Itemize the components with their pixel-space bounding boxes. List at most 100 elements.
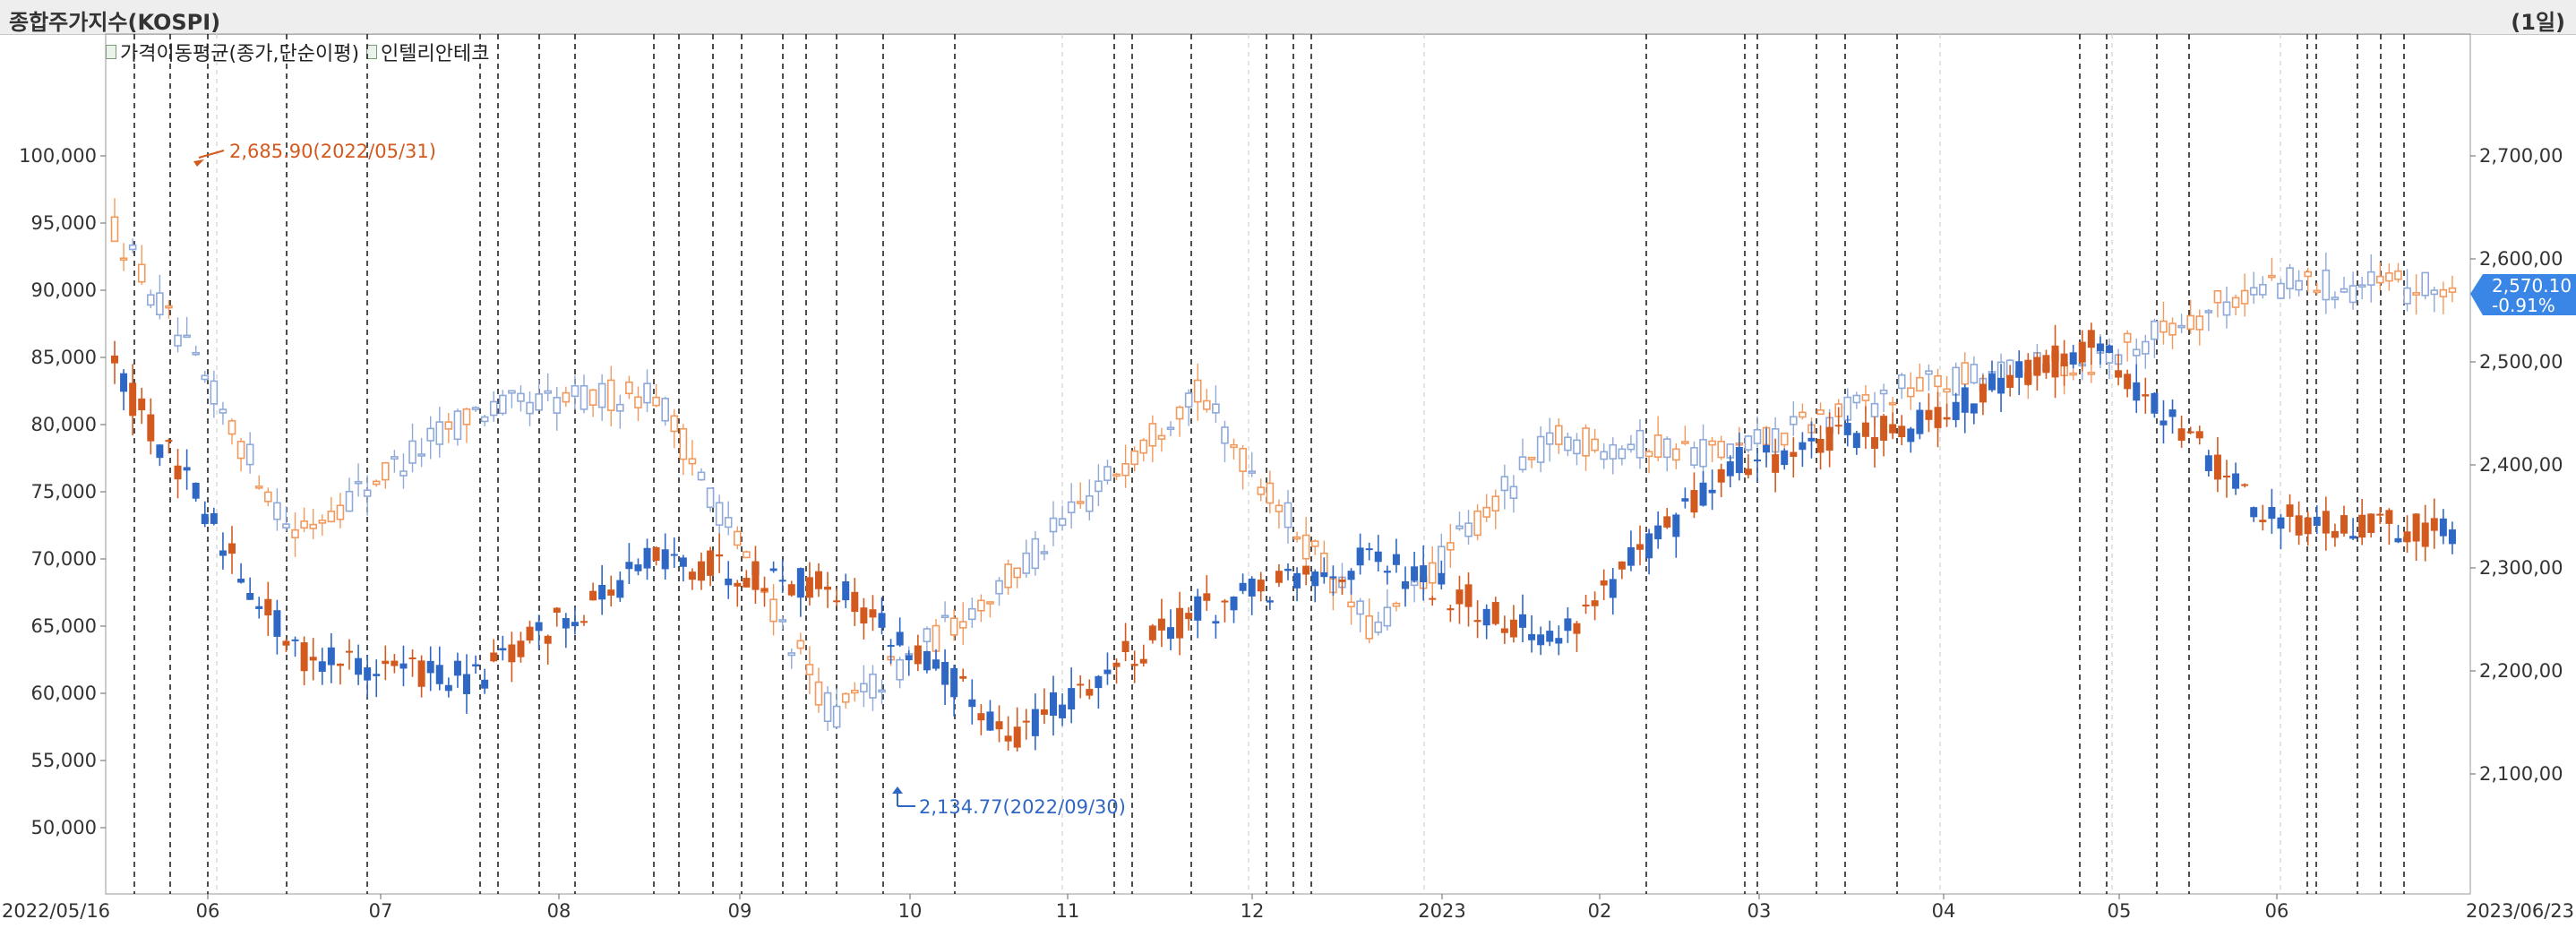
stock-candle-body <box>2286 504 2294 517</box>
kospi-candle-body <box>1257 486 1266 495</box>
kospi-candle-body <box>2385 272 2393 282</box>
stock-candle-body <box>2394 537 2402 543</box>
kospi-candle-body <box>128 244 137 251</box>
kospi-candle-body <box>1653 434 1662 458</box>
kospi-candle-body <box>661 398 669 422</box>
kospi-candle-body <box>1753 429 1762 444</box>
stock-candle-body <box>1148 625 1156 640</box>
kospi-candle-body <box>391 456 399 460</box>
stock-candle-body <box>580 621 588 623</box>
stock-candle-body <box>2168 409 2177 417</box>
stock-candle-body <box>932 659 940 669</box>
kospi-candle-body <box>1193 379 1202 403</box>
kospi-candle-body <box>1816 409 1825 416</box>
kospi-candle-body <box>878 689 886 693</box>
stock-candle-body <box>2412 513 2420 542</box>
kospi-candle-body <box>1708 440 1716 446</box>
x-axis: 2022/05/16 06 07 08 09 10 11 12 2023 02 03 04 05 06 20… <box>2 894 2574 922</box>
stock-candle-body <box>1763 444 1771 453</box>
kospi-candle-body <box>236 441 245 460</box>
kospi-candle-body <box>1058 518 1067 527</box>
kospi-candle-body <box>1861 394 1870 401</box>
kospi-candle-body <box>2259 283 2267 296</box>
stock-candle-body <box>426 660 434 674</box>
chart-canvas[interactable]: 100,000 95,000 90,000 85,000 80,000 75,000 70,… <box>0 0 2576 928</box>
stock-candle-body <box>977 713 985 721</box>
stock-candle-body <box>1464 584 1473 607</box>
kospi-candle-body <box>336 504 345 520</box>
stock-candle-body <box>1293 572 1301 589</box>
stock-candle-body <box>707 550 715 576</box>
kospi-candle-body <box>679 427 688 460</box>
stock-candle-body <box>2295 515 2303 536</box>
high-annotation: 2,685.90(2022/05/31) <box>193 141 436 167</box>
stock-candle-body <box>1790 451 1798 458</box>
kospi-candle-body <box>2087 372 2096 375</box>
stock-candle-body <box>1112 662 1121 667</box>
stock-candle-body <box>2277 517 2285 529</box>
stock-candle-body <box>743 578 751 588</box>
kospi-candle-body <box>616 403 624 412</box>
kospi-candle-body <box>1934 374 1942 388</box>
stock-candle-body <box>2015 361 2023 378</box>
kospi-candle-body <box>499 394 507 415</box>
stock-candle-body <box>1139 658 1147 664</box>
kospi-candle-body <box>1916 376 1924 392</box>
stock-candle-body <box>444 684 452 692</box>
stock-candle-body <box>282 640 290 646</box>
stock-candle-body <box>2186 431 2194 434</box>
stock-candle-body <box>2430 518 2438 531</box>
stock-candle-body <box>986 711 994 731</box>
stock-candle-body <box>517 640 525 657</box>
stock-candle-body <box>1185 613 1193 620</box>
kospi-candle-body <box>734 530 742 546</box>
right-axis-tick-label: 2,200,00 <box>2479 660 2563 682</box>
stock-candle-body <box>1266 600 1274 603</box>
kospi-candle-body <box>1130 450 1138 466</box>
stock-candle-body <box>1221 600 1229 603</box>
stock-candle-body <box>201 513 209 525</box>
kospi-candle-body <box>219 408 228 414</box>
stock-candle-body <box>138 398 146 410</box>
kospi-candle-body <box>408 440 416 464</box>
stock-candle-body <box>1482 608 1490 626</box>
stock-candle-body <box>1157 618 1165 631</box>
stock-candle-body <box>698 561 705 581</box>
left-axis-tick-label: 65,000 <box>31 615 97 637</box>
stock-candle-body <box>2322 511 2330 534</box>
stock-candle-body <box>1618 561 1626 570</box>
kospi-candle-body <box>535 393 543 411</box>
kospi-candle-body <box>580 384 588 410</box>
x-axis-tick-label: 03 <box>1747 900 1772 922</box>
stock-candle-body <box>1861 422 1869 437</box>
kospi-candle-body <box>2304 271 2312 278</box>
stock-candle-body <box>1320 571 1328 578</box>
kospi-candle-body <box>1365 614 1373 640</box>
right-axis-tick-label: 2,700,00 <box>2479 145 2563 167</box>
stock-candle-body <box>2151 392 2159 414</box>
stock-candle-body <box>1627 546 1635 566</box>
kospi-candle-body <box>1464 522 1473 537</box>
stock-candle-body <box>1275 571 1283 583</box>
x-axis-tick-label: 06 <box>2265 900 2289 922</box>
x-axis-tick-label: 09 <box>728 900 752 922</box>
stock-candle-body <box>2087 330 2095 348</box>
kospi-candle-body <box>345 490 354 512</box>
stock-candle-body <box>300 642 308 672</box>
stock-candle-body <box>2195 431 2203 439</box>
stock-candle-body <box>2232 473 2240 489</box>
stock-candle-body <box>914 645 922 665</box>
stock-candle-body <box>219 550 227 556</box>
stock-candle-body <box>2268 507 2276 520</box>
stock-candle-body <box>1077 683 1085 686</box>
stock-candle-body <box>1871 437 1878 450</box>
stock-candle-body <box>1934 407 1942 428</box>
stock-candle-body <box>833 600 841 603</box>
stock-candle-body <box>2331 530 2339 538</box>
stock-candle-body <box>1916 409 1924 434</box>
stock-candle-body <box>968 699 976 708</box>
kospi-candle-body <box>1555 425 1563 445</box>
stock-candle-body <box>1473 620 1481 623</box>
stock-candle-body <box>1411 566 1419 581</box>
stock-candle-body <box>264 598 272 616</box>
